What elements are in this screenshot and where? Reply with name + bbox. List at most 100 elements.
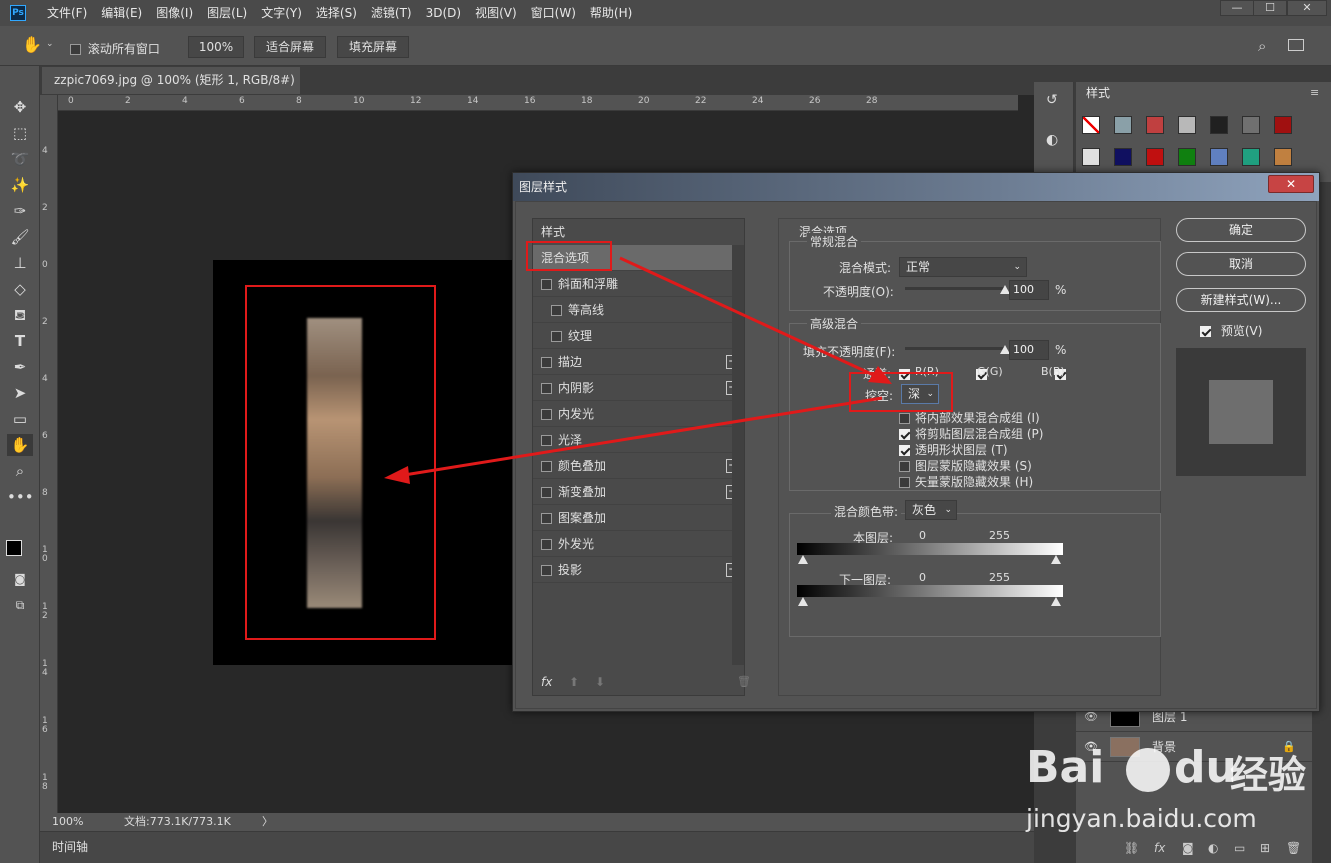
lasso-tool-icon[interactable]: ➰ xyxy=(7,148,33,170)
maximize-button[interactable]: ☐ xyxy=(1253,0,1287,16)
style-swatch[interactable] xyxy=(1082,116,1100,134)
marquee-tool-icon[interactable]: ⬚ xyxy=(7,122,33,144)
menu-3d[interactable]: 3D(D) xyxy=(419,0,468,26)
ok-button[interactable]: 确定 xyxy=(1176,218,1306,242)
path-select-tool-icon[interactable]: ➤ xyxy=(7,382,33,404)
style-swatch[interactable] xyxy=(1242,148,1260,166)
menu-layer[interactable]: 图层(L) xyxy=(200,0,254,26)
type-tool-icon[interactable]: T xyxy=(7,330,33,352)
menu-edit[interactable]: 编辑(E) xyxy=(94,0,149,26)
style-item-3[interactable]: 纹理 xyxy=(533,323,744,349)
foreground-color-swatch[interactable] xyxy=(6,540,22,556)
style-swatch[interactable] xyxy=(1274,116,1292,134)
preview-checkbox[interactable]: 预览(V) xyxy=(1200,322,1262,339)
zoom-tool-icon[interactable]: ⌕ xyxy=(7,460,33,482)
this-layer-high-thumb[interactable] xyxy=(1051,555,1061,564)
timeline-panel-tab[interactable]: 时间轴 xyxy=(40,831,1074,863)
new-style-button[interactable]: 新建样式(W)... xyxy=(1176,288,1306,312)
quick-mask-icon[interactable]: ◙ xyxy=(7,568,33,590)
close-window-button[interactable]: ✕ xyxy=(1287,0,1327,16)
fit-screen-button[interactable]: 适合屏幕 xyxy=(254,36,326,58)
opacity-slider[interactable] xyxy=(905,287,1005,290)
style-item-checkbox[interactable] xyxy=(551,305,562,316)
style-item-checkbox[interactable] xyxy=(541,409,552,420)
eraser-tool-icon[interactable]: ◇ xyxy=(7,278,33,300)
style-swatch[interactable] xyxy=(1114,148,1132,166)
this-layer-low-thumb[interactable] xyxy=(798,555,808,564)
style-item-1[interactable]: 斜面和浮雕 xyxy=(533,271,744,297)
dialog-close-button[interactable]: ✕ xyxy=(1268,175,1314,193)
move-down-icon[interactable]: ⬇ xyxy=(595,675,605,689)
underlying-high-thumb[interactable] xyxy=(1051,597,1061,606)
move-up-icon[interactable]: ⬆ xyxy=(569,675,579,689)
style-item-5[interactable]: 内阴影+ xyxy=(533,375,744,401)
advanced-option-checkbox[interactable] xyxy=(899,429,910,440)
style-item-11[interactable]: 外发光 xyxy=(533,531,744,557)
opacity-input[interactable]: 100 xyxy=(1009,280,1049,300)
zoom-value-field[interactable]: 100% xyxy=(188,36,244,58)
brush-tool-icon[interactable]: 🖌 xyxy=(7,226,33,248)
chevron-down-icon[interactable]: ⌄ xyxy=(46,39,54,49)
style-swatch[interactable] xyxy=(1178,116,1196,134)
style-item-2[interactable]: 等高线 xyxy=(533,297,744,323)
history-panel-icon[interactable]: ↺ xyxy=(1046,92,1058,108)
advanced-option-1[interactable]: 将剪贴图层混合成组 (P) xyxy=(899,425,1043,442)
advanced-option-checkbox[interactable] xyxy=(899,477,910,488)
menu-image[interactable]: 图像(I) xyxy=(149,0,200,26)
rectangle-tool-icon[interactable]: ▭ xyxy=(7,408,33,430)
search-icon[interactable]: ⌕ xyxy=(1258,37,1266,55)
style-item-checkbox[interactable] xyxy=(541,383,552,394)
style-item-checkbox[interactable] xyxy=(541,461,552,472)
style-item-checkbox[interactable] xyxy=(541,565,552,576)
style-swatch[interactable] xyxy=(1178,148,1196,166)
style-swatch[interactable] xyxy=(1242,116,1260,134)
advanced-option-2[interactable]: 透明形状图层 (T) xyxy=(899,441,1008,458)
style-item-checkbox[interactable] xyxy=(541,279,552,290)
style-swatch[interactable] xyxy=(1146,148,1164,166)
advanced-option-checkbox[interactable] xyxy=(899,461,910,472)
style-swatch[interactable] xyxy=(1114,116,1132,134)
style-swatch[interactable] xyxy=(1210,116,1228,134)
advanced-option-checkbox[interactable] xyxy=(899,445,910,456)
style-item-checkbox[interactable] xyxy=(541,435,552,446)
fill-screen-button[interactable]: 填充屏幕 xyxy=(337,36,409,58)
style-swatch[interactable] xyxy=(1082,148,1100,166)
eyedropper-tool-icon[interactable]: ✑ xyxy=(7,200,33,222)
menu-type[interactable]: 文字(Y) xyxy=(254,0,309,26)
style-item-checkbox[interactable] xyxy=(541,357,552,368)
menu-filter[interactable]: 滤镜(T) xyxy=(364,0,419,26)
scroll-all-windows-checkbox[interactable]: 滚动所有窗口 xyxy=(70,40,160,57)
underlying-low-thumb[interactable] xyxy=(798,597,808,606)
style-item-9[interactable]: 渐变叠加+ xyxy=(533,479,744,505)
screen-mode-icon[interactable]: ⧉ xyxy=(7,594,33,616)
magic-wand-tool-icon[interactable]: ✨ xyxy=(7,174,33,196)
more-tools-icon[interactable]: ••• xyxy=(7,486,34,508)
style-item-8[interactable]: 颜色叠加+ xyxy=(533,453,744,479)
move-tool-icon[interactable]: ✥ xyxy=(7,96,33,118)
hand-tool-active-icon[interactable]: ✋ xyxy=(7,434,33,456)
fill-opacity-input[interactable]: 100 xyxy=(1009,340,1049,360)
menu-window[interactable]: 窗口(W) xyxy=(524,0,583,26)
style-item-10[interactable]: 图案叠加 xyxy=(533,505,744,531)
dialog-title-bar[interactable]: 图层样式 xyxy=(513,173,1319,201)
style-item-7[interactable]: 光泽 xyxy=(533,427,744,453)
checkbox-box[interactable] xyxy=(70,44,81,55)
advanced-option-checkbox[interactable] xyxy=(899,413,910,424)
style-item-6[interactable]: 内发光 xyxy=(533,401,744,427)
minimize-button[interactable]: — xyxy=(1220,0,1254,16)
status-arrow-icon[interactable]: 〉 xyxy=(262,813,273,831)
adjustments-panel-icon[interactable]: ◐ xyxy=(1046,132,1058,148)
style-list-scrollbar[interactable] xyxy=(732,245,744,665)
style-item-checkbox[interactable] xyxy=(541,487,552,498)
preview-checkbox-box[interactable] xyxy=(1200,326,1211,337)
cancel-button[interactable]: 取消 xyxy=(1176,252,1306,276)
dock-collapse-bar[interactable] xyxy=(1034,66,1331,82)
styles-panel-tab[interactable]: 样式 xyxy=(1078,82,1122,104)
menu-view[interactable]: 视图(V) xyxy=(468,0,524,26)
advanced-option-4[interactable]: 矢量蒙版隐藏效果 (H) xyxy=(899,473,1033,490)
style-item-checkbox[interactable] xyxy=(541,513,552,524)
menu-help[interactable]: 帮助(H) xyxy=(583,0,639,26)
paint-bucket-tool-icon[interactable]: ⛾ xyxy=(7,304,33,326)
delete-effect-icon[interactable]: 🗑 xyxy=(737,675,751,688)
advanced-option-3[interactable]: 图层蒙版隐藏效果 (S) xyxy=(899,457,1032,474)
